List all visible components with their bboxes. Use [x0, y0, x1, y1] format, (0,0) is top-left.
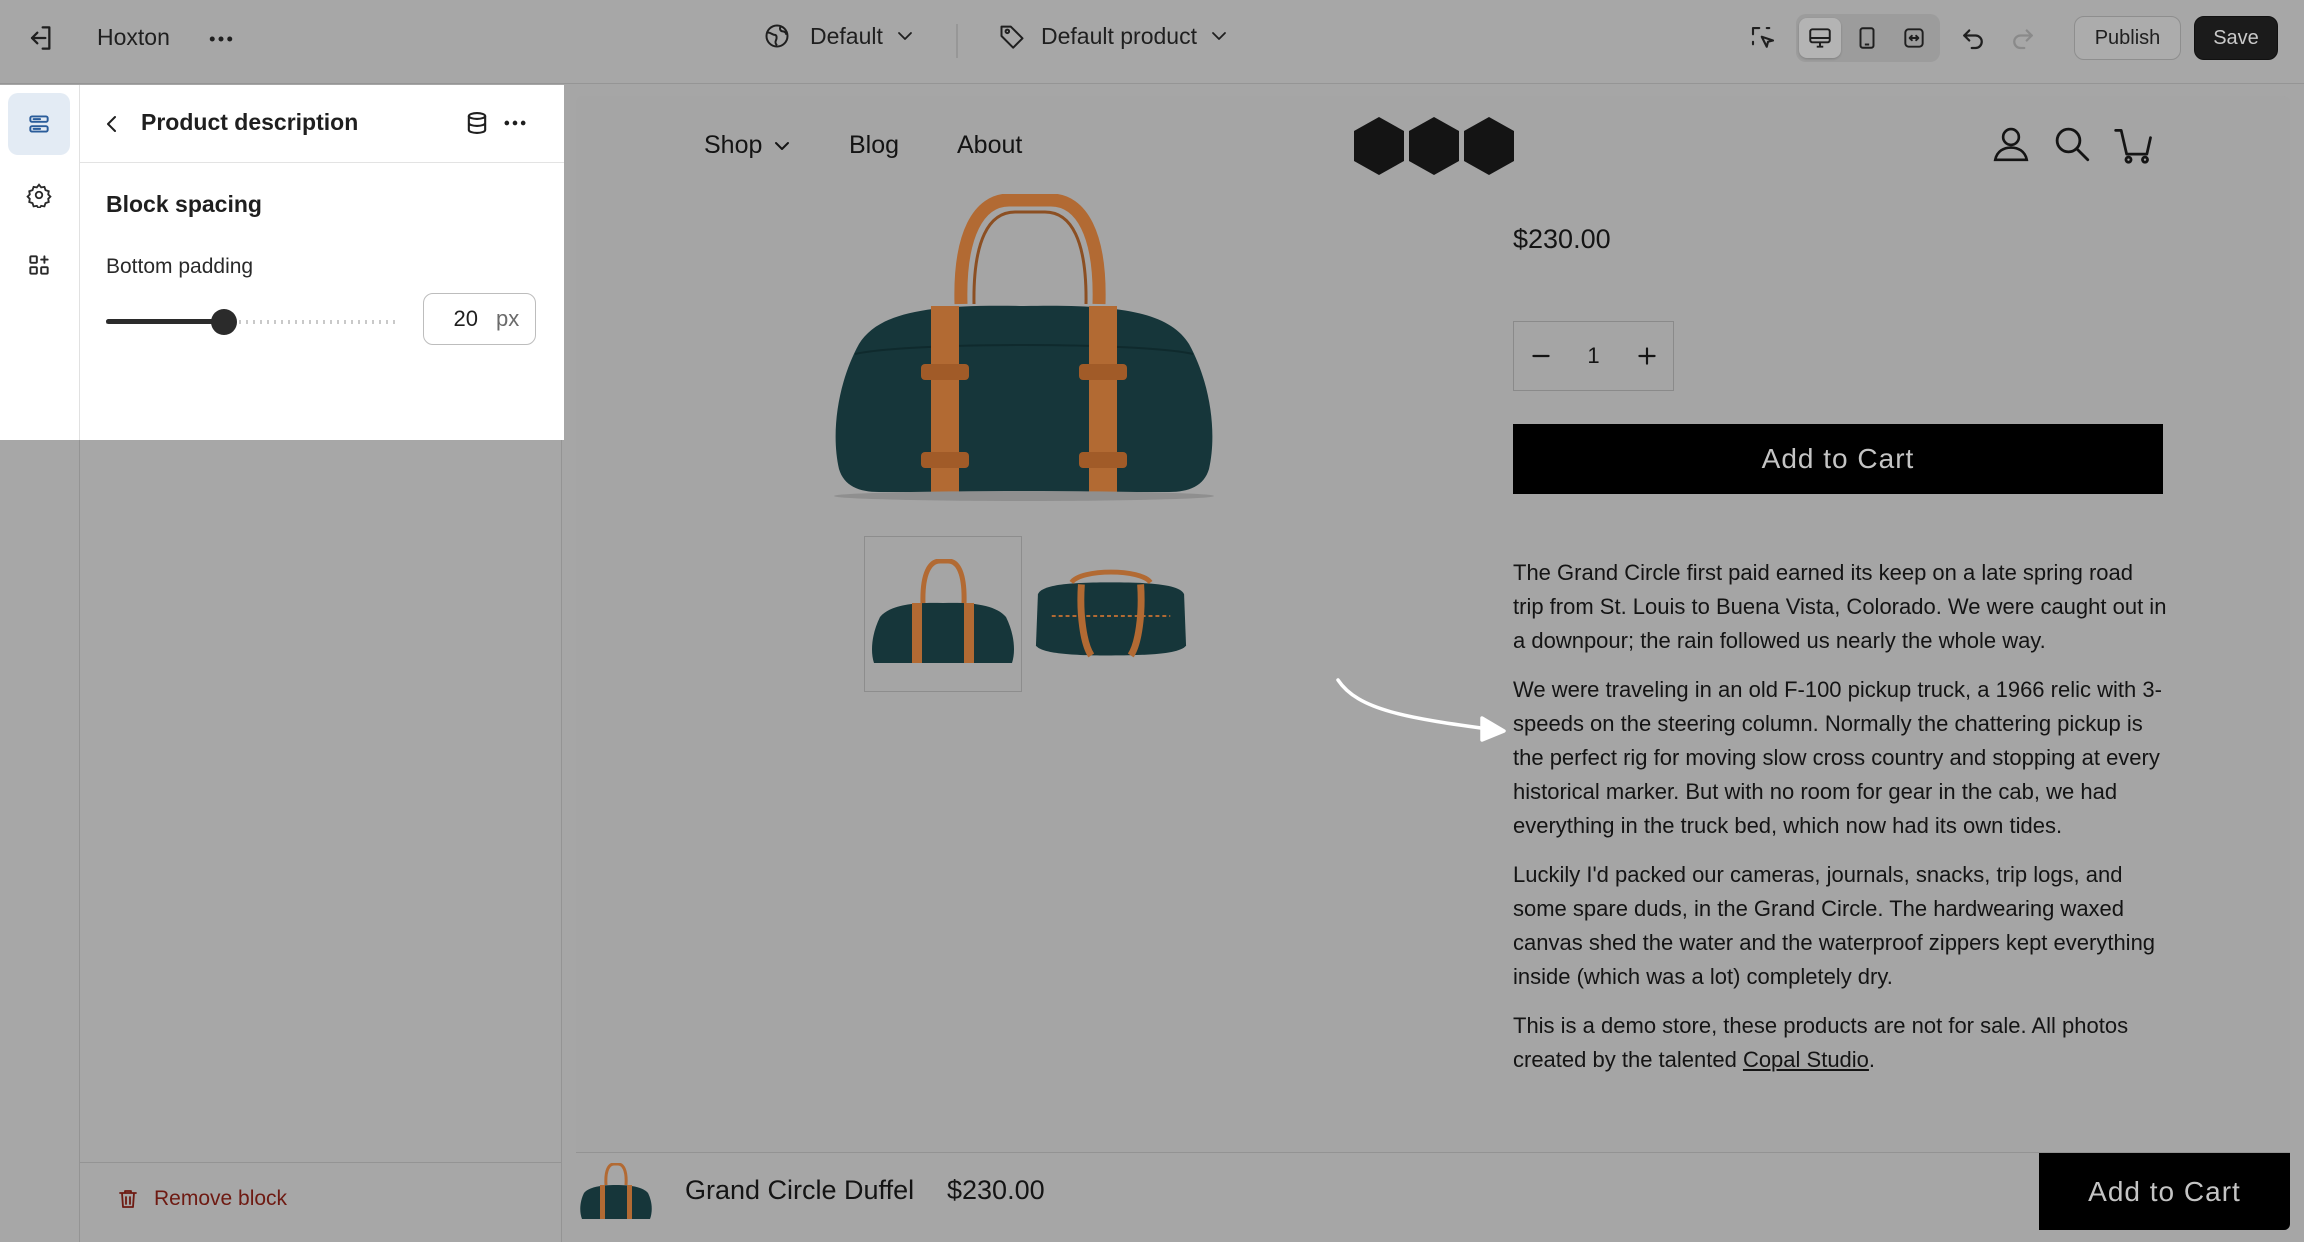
description-text: . — [1868, 1047, 1876, 1072]
product-description: The Grand Circle first paid earned its k… — [1513, 556, 2169, 1092]
bottom-padding-value[interactable]: 20 — [424, 306, 486, 332]
bottom-padding-label: Bottom padding — [106, 255, 254, 278]
plus-icon — [1634, 343, 1660, 369]
slider-fill — [106, 319, 224, 324]
nav-about[interactable]: About — [957, 131, 1022, 160]
account-icon[interactable] — [1990, 123, 2032, 165]
save-button[interactable]: Save — [2194, 16, 2278, 60]
product-price: $230.00 — [1513, 224, 1611, 254]
template-selector[interactable]: Default product — [998, 22, 1231, 50]
divider — [956, 24, 958, 58]
sticky-add-to-cart-button[interactable]: Add to Cart — [2039, 1153, 2290, 1230]
gear-icon — [26, 182, 52, 208]
database-icon[interactable] — [463, 109, 491, 137]
cart-icon[interactable] — [2112, 123, 2156, 167]
product-main-image[interactable] — [819, 193, 1229, 509]
description-paragraph: We were traveling in an old F-100 pickup… — [1513, 677, 2162, 838]
undo-icon[interactable] — [1958, 23, 1988, 53]
add-to-cart-button[interactable]: Add to Cart — [1513, 424, 2163, 494]
description-paragraph: Luckily I'd packed our cameras, journals… — [1513, 862, 2156, 989]
apps-icon — [26, 252, 52, 278]
chevron-down-icon — [1207, 24, 1231, 48]
publish-button[interactable]: Publish — [2074, 16, 2181, 60]
sticky-product-name: Grand Circle Duffel — [685, 1175, 915, 1205]
block-settings-popover: Product description — [0, 85, 564, 440]
chevron-down-icon — [770, 134, 794, 158]
fullwidth-view-button[interactable] — [1893, 18, 1935, 58]
arrow-icon — [1336, 676, 1526, 751]
quantity-increase-button[interactable] — [1620, 321, 1673, 391]
quantity-value[interactable]: 1 — [1567, 321, 1620, 391]
bottom-padding-input[interactable]: 20 px — [423, 293, 536, 345]
tag-icon — [998, 22, 1026, 50]
chevron-down-icon — [893, 24, 917, 48]
sticky-product-image — [578, 1162, 654, 1226]
back-icon[interactable] — [100, 112, 124, 136]
bottom-padding-slider[interactable] — [106, 308, 400, 336]
template-label: Default product — [1041, 22, 1197, 49]
store-name: Hoxton — [97, 24, 170, 50]
description-paragraph: This is a demo store, these products are… — [1513, 1009, 2169, 1077]
unit-label: px — [496, 306, 520, 331]
nav-shop[interactable]: Shop — [704, 131, 794, 160]
storefront-preview: Shop Blog About $230.00 1 Add to Cart Th… — [576, 96, 2290, 1230]
sidebar-item-apps[interactable] — [8, 234, 70, 296]
more-icon[interactable] — [501, 109, 529, 137]
top-bar: Hoxton Default Default product Publish S… — [0, 0, 2304, 84]
exit-icon[interactable] — [24, 22, 56, 54]
globe-icon — [763, 22, 791, 50]
more-icon[interactable] — [206, 24, 236, 54]
description-paragraph: The Grand Circle first paid earned its k… — [1513, 560, 2167, 653]
trash-icon — [116, 1187, 140, 1211]
popover-header: Product description — [80, 85, 564, 163]
theme-selector[interactable]: Default — [763, 22, 917, 50]
store-logo[interactable] — [1352, 115, 1520, 182]
remove-block-area: Remove block — [80, 1162, 562, 1242]
desktop-icon — [1807, 25, 1833, 51]
sidebar-item-settings[interactable] — [8, 164, 70, 226]
sections-icon — [26, 111, 52, 137]
panel-title: Product description — [141, 109, 359, 135]
quantity-decrease-button[interactable] — [1514, 321, 1567, 391]
redo-icon[interactable] — [2008, 23, 2038, 53]
sticky-product-price: $230.00 — [947, 1175, 1045, 1205]
popover-rail — [0, 85, 80, 440]
product-thumbnail-2[interactable] — [1032, 536, 1190, 692]
section-title: Block spacing — [106, 191, 262, 217]
fullwidth-icon — [1901, 25, 1927, 51]
sidebar-item-sections[interactable] — [8, 93, 70, 155]
minus-icon — [1528, 343, 1554, 369]
product-thumbnail-1[interactable] — [864, 536, 1022, 692]
quantity-stepper: 1 — [1513, 321, 1674, 391]
slider-thumb[interactable] — [211, 309, 237, 335]
mobile-icon — [1854, 25, 1880, 51]
mobile-view-button[interactable] — [1846, 18, 1888, 58]
theme-label: Default — [810, 22, 883, 49]
copal-studio-link[interactable]: Copal Studio — [1743, 1047, 1869, 1072]
desktop-view-button[interactable] — [1799, 18, 1841, 58]
sticky-cart-bar: Grand Circle Duffel $230.00 Add to Cart — [576, 1152, 2290, 1230]
remove-block-label: Remove block — [154, 1187, 288, 1210]
nav-shop-label: Shop — [704, 131, 763, 159]
nav-blog[interactable]: Blog — [849, 131, 899, 160]
remove-block-button[interactable]: Remove block — [116, 1187, 287, 1211]
search-icon[interactable] — [2051, 123, 2093, 165]
select-icon[interactable] — [1748, 23, 1778, 53]
